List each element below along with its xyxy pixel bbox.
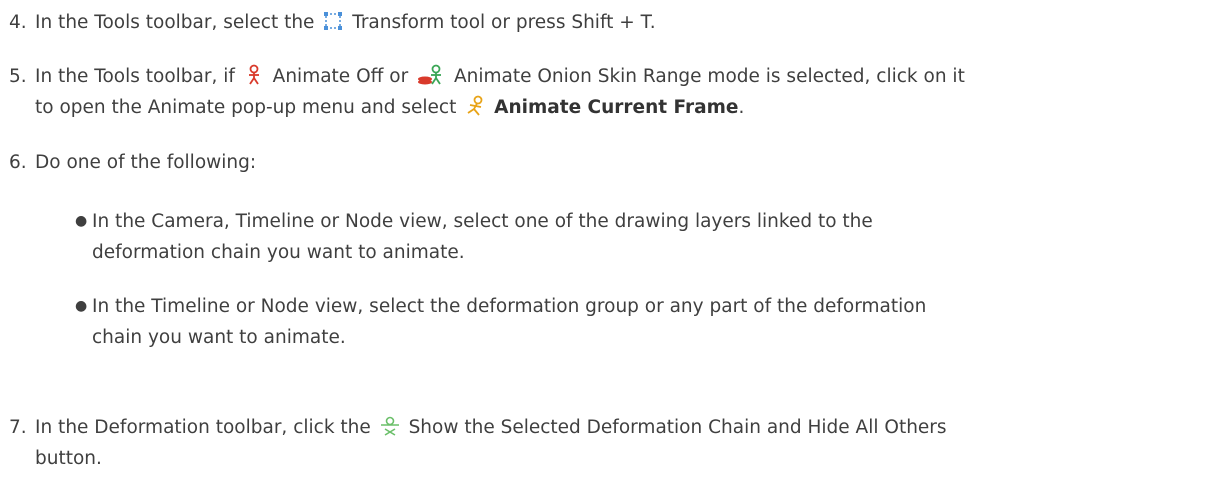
animate-current-frame-label: Animate Current Frame — [494, 97, 739, 118]
step-number: 5. — [9, 66, 27, 87]
step-number: 7. — [9, 417, 27, 438]
step-4-text-before: In the Tools toolbar, select the — [35, 12, 315, 33]
step-4-text-after: Transform tool or press Shift + T. — [352, 12, 656, 33]
step-5-text-4: to open the Animate pop-up menu and sele… — [35, 97, 457, 118]
step-text: In the Tools toolbar, if Animate Off or — [35, 61, 1210, 123]
step-text: In the Tools toolbar, select the Transfo… — [35, 7, 1210, 38]
animate-current-frame-icon — [464, 95, 486, 117]
step-5-text-3: Animate Onion Skin Range mode is selecte… — [453, 66, 965, 87]
step-5-text-2: Animate Off or — [272, 66, 409, 87]
step-7-text-2: Show the Selected Deformation Chain and … — [408, 417, 947, 438]
bullet-1-line-1: In the Camera, Timeline or Node view, se… — [92, 211, 873, 232]
bullet-dot: ● — [75, 213, 88, 229]
bullet-dot: ● — [75, 298, 88, 314]
step-text: Do one of the following: — [35, 152, 257, 173]
step-number: 6. — [9, 152, 27, 173]
bullet-text: In the Camera, Timeline or Node view, se… — [92, 206, 1210, 268]
show-selected-deformation-chain-icon — [379, 415, 401, 437]
bullet-2-line-1: In the Timeline or Node view, select the… — [92, 296, 927, 317]
step-7-text-3: button. — [35, 448, 102, 469]
step-5-period: . — [738, 97, 745, 118]
bullet-1-line-2: deformation chain you want to animate. — [92, 242, 465, 263]
step-5-text-1: In the Tools toolbar, if — [35, 66, 235, 87]
step-number: 4. — [9, 12, 27, 33]
animate-off-icon — [243, 64, 265, 86]
animate-onion-skin-range-icon — [416, 64, 446, 86]
transform-tool-icon — [322, 10, 344, 32]
step-text: In the Deformation toolbar, click the Sh… — [35, 412, 1210, 474]
bullet-text: In the Timeline or Node view, select the… — [92, 291, 1210, 353]
bullet-2-line-2: chain you want to animate. — [92, 327, 346, 348]
step-7-text-1: In the Deformation toolbar, click the — [35, 417, 371, 438]
